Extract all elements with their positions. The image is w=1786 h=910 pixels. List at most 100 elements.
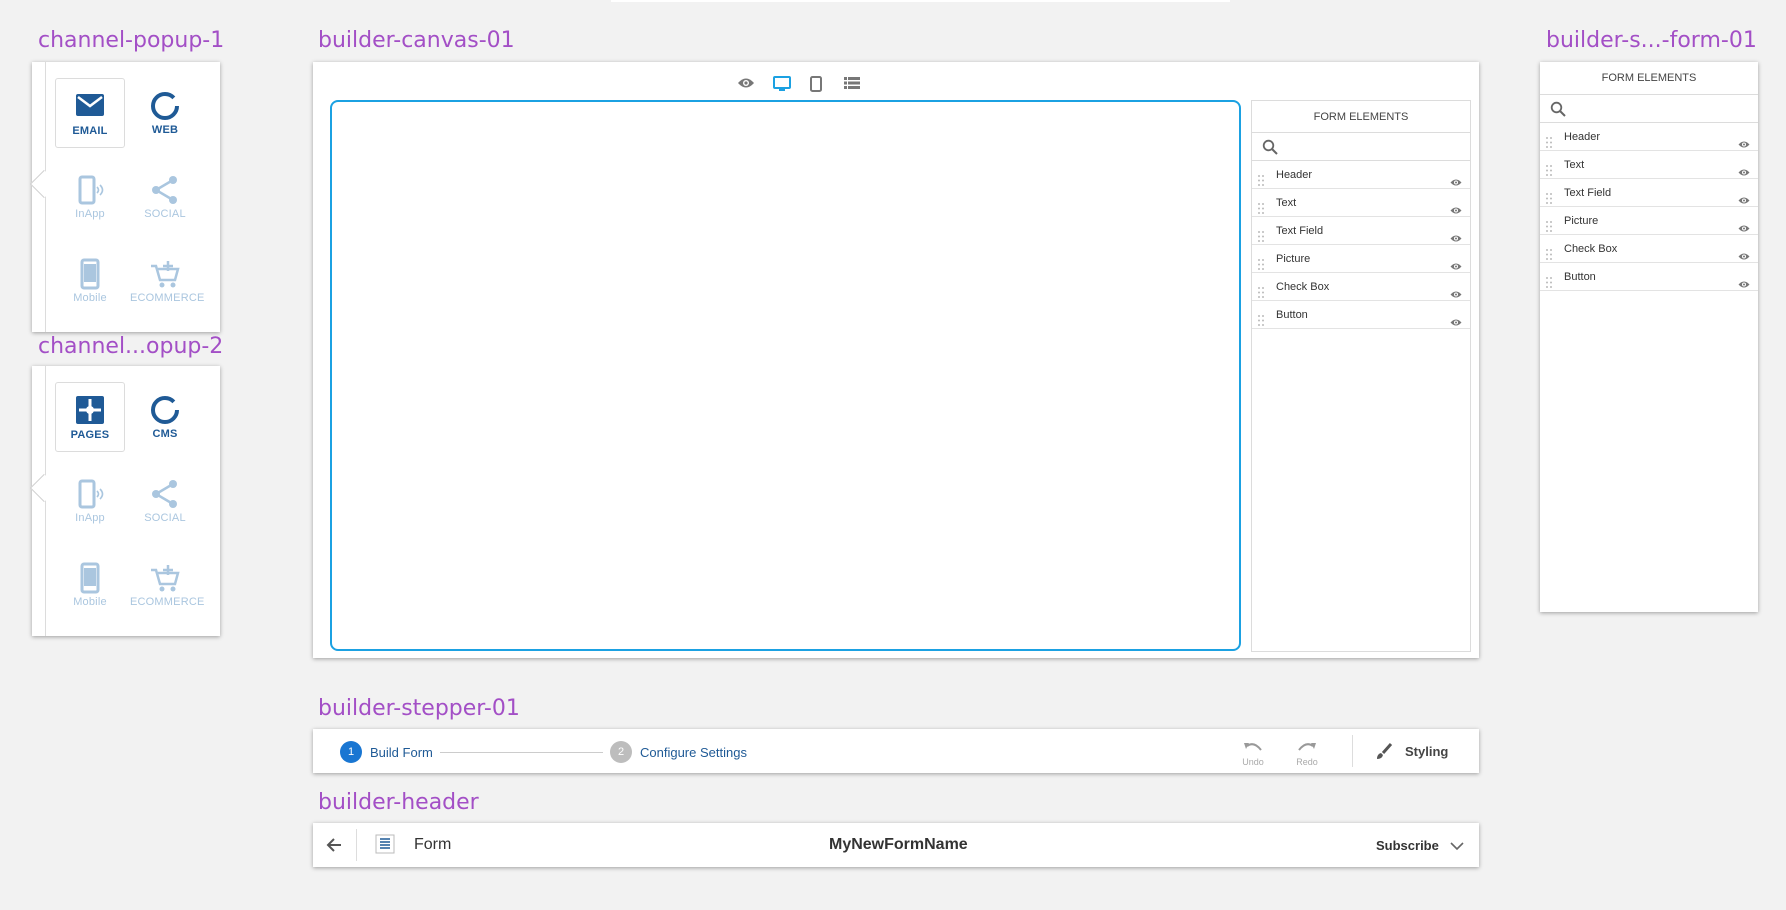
form-elements-list: Header Text Text Field Picture Check Box Butt… xyxy=(1252,161,1470,329)
search-icon xyxy=(1262,139,1278,155)
redo-icon xyxy=(1298,743,1316,751)
form-elements-search[interactable] xyxy=(1252,133,1470,161)
form-element-item[interactable]: Text Field xyxy=(1540,179,1758,207)
frame-label-popup-1: channel-popup-1 xyxy=(38,28,225,53)
form-element-item[interactable]: Text xyxy=(1252,189,1470,217)
channel-ecommerce[interactable]: ECOMMERCE xyxy=(130,246,205,316)
chevron-down-icon[interactable] xyxy=(1450,838,1464,856)
drag-handle-icon[interactable] xyxy=(1258,309,1264,337)
builder-sidebar-form: FORM ELEMENTS Header Text Text Field Pictur… xyxy=(1540,62,1758,612)
undo-button[interactable]: Undo xyxy=(1236,741,1270,767)
form-element-label: Header xyxy=(1564,131,1601,143)
form-element-label: Text Field xyxy=(1564,187,1612,199)
header-divider xyxy=(356,829,357,861)
channel-inapp[interactable]: InApp xyxy=(55,466,125,536)
channel-label: Mobile xyxy=(73,292,107,304)
form-element-item[interactable]: Button xyxy=(1252,301,1470,329)
builder-canvas: FORM ELEMENTS Header Text Text Field Pictur… xyxy=(313,62,1479,658)
form-element-label: Picture xyxy=(1276,253,1311,265)
form-element-label: Check Box xyxy=(1276,281,1330,293)
channel-label: InApp xyxy=(75,208,105,220)
form-element-label: Check Box xyxy=(1564,243,1618,255)
mobile-phone-icon xyxy=(55,558,125,594)
step-1-label: Build Form xyxy=(370,744,433,760)
step-2[interactable]: 2 Configure Settings xyxy=(610,741,747,763)
channel-web[interactable]: WEB xyxy=(130,78,200,148)
channel-label: Mobile xyxy=(73,596,107,608)
search-icon xyxy=(1550,101,1566,117)
form-element-item[interactable]: Check Box xyxy=(1252,273,1470,301)
step-2-number: 2 xyxy=(610,741,632,763)
channel-inapp[interactable]: InApp xyxy=(55,162,125,232)
channel-social[interactable]: SOCIAL xyxy=(130,466,200,536)
channel-cms[interactable]: CMS xyxy=(130,382,200,452)
redo-label: Redo xyxy=(1296,757,1318,767)
undo-icon xyxy=(1244,743,1262,751)
form-elements-list: Header Text Text Field Picture Check Box Butt… xyxy=(1540,123,1758,291)
back-arrow-icon[interactable] xyxy=(326,837,342,858)
step-1-number: 1 xyxy=(340,741,362,763)
channel-social[interactable]: SOCIAL xyxy=(130,162,200,232)
channel-label: ECOMMERCE xyxy=(130,596,205,608)
form-element-label: Button xyxy=(1564,271,1596,283)
top-strip xyxy=(611,0,1230,2)
channel-email[interactable]: EMAIL xyxy=(55,78,125,148)
form-element-item[interactable]: Picture xyxy=(1252,245,1470,273)
drag-handle-icon[interactable] xyxy=(1546,271,1552,299)
channel-label: ECOMMERCE xyxy=(130,292,205,304)
form-element-item[interactable]: Text Field xyxy=(1252,217,1470,245)
builder-stepper: 1 Build Form 2 Configure Settings Undo R… xyxy=(313,729,1479,773)
form-element-label: Header xyxy=(1276,169,1313,181)
mobile-phone-icon xyxy=(55,254,125,290)
subscribe-action[interactable]: Subscribe xyxy=(1376,838,1439,853)
form-element-item[interactable]: Button xyxy=(1540,263,1758,291)
channel-label: WEB xyxy=(151,124,179,136)
list-view-icon[interactable] xyxy=(844,76,860,95)
form-element-item[interactable]: Text xyxy=(1540,151,1758,179)
frame-label-canvas: builder-canvas-01 xyxy=(318,28,515,53)
form-element-label: Picture xyxy=(1564,215,1599,227)
frame-label-popup-2: channel...opup-2 xyxy=(38,334,224,359)
preview-eye-icon[interactable] xyxy=(737,76,755,95)
web-ring-icon xyxy=(130,86,200,122)
form-name-title[interactable]: MyNewFormName xyxy=(829,836,968,854)
form-element-label: Text xyxy=(1564,159,1585,171)
form-document-icon xyxy=(375,834,395,859)
form-element-item[interactable]: Header xyxy=(1540,123,1758,151)
channel-label: EMAIL xyxy=(72,125,108,137)
form-elements-panel: FORM ELEMENTS Header Text Text Field Pictur… xyxy=(1251,100,1471,652)
pages-puzzle-icon xyxy=(56,391,124,427)
styling-button[interactable]: Styling xyxy=(1375,742,1448,760)
form-elements-title: FORM ELEMENTS xyxy=(1252,101,1470,133)
builder-header: Form MyNewFormName Subscribe xyxy=(313,823,1479,867)
desktop-view-icon[interactable] xyxy=(773,76,791,97)
redo-button[interactable]: Redo xyxy=(1290,741,1324,767)
visibility-eye-icon[interactable] xyxy=(1450,310,1462,338)
form-element-label: Button xyxy=(1276,309,1308,321)
form-element-item[interactable]: Check Box xyxy=(1540,235,1758,263)
form-element-item[interactable]: Picture xyxy=(1540,207,1758,235)
visibility-eye-icon[interactable] xyxy=(1738,272,1750,300)
envelope-icon xyxy=(56,87,124,123)
frame-label-stepper: builder-stepper-01 xyxy=(318,696,520,721)
form-elements-search[interactable] xyxy=(1540,95,1758,123)
channel-label: SOCIAL xyxy=(144,208,186,220)
form-drop-area[interactable] xyxy=(330,100,1241,651)
step-1[interactable]: 1 Build Form xyxy=(340,741,433,763)
channel-mobile[interactable]: Mobile xyxy=(55,550,125,620)
styling-label: Styling xyxy=(1405,743,1449,759)
cart-plus-icon xyxy=(130,254,200,290)
form-element-label: Text xyxy=(1276,197,1297,209)
channel-popup-1: EMAIL WEB InApp SOCIAL Mobile ECOMMERCE xyxy=(29,62,220,332)
inapp-phone-icon xyxy=(55,474,125,510)
form-element-label: Text Field xyxy=(1276,225,1324,237)
mobile-view-icon[interactable] xyxy=(810,76,822,97)
channel-label: SOCIAL xyxy=(144,512,186,524)
channel-mobile[interactable]: Mobile xyxy=(55,246,125,316)
form-element-item[interactable]: Header xyxy=(1252,161,1470,189)
channel-pages[interactable]: PAGES xyxy=(55,382,125,452)
channel-ecommerce[interactable]: ECOMMERCE xyxy=(130,550,205,620)
channel-label: InApp xyxy=(75,512,105,524)
channel-label: PAGES xyxy=(70,429,110,441)
frame-label-sidebar: builder-s...-form-01 xyxy=(1546,28,1757,53)
